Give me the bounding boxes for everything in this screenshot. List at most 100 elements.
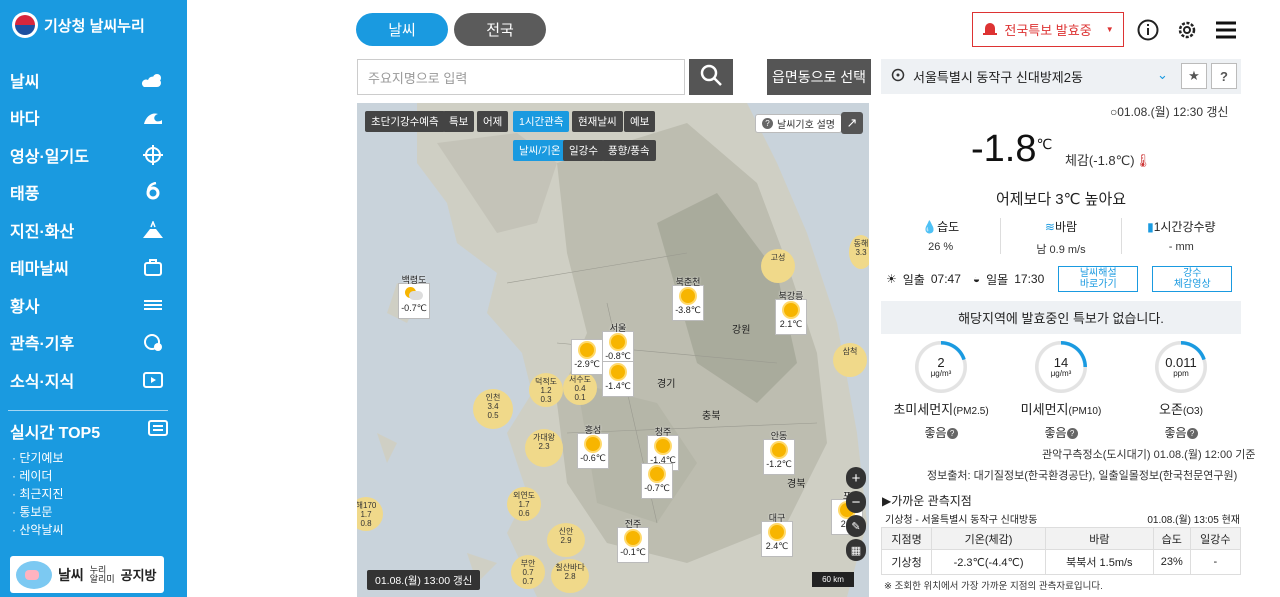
sun-icon — [611, 365, 625, 379]
sidebar-item-earthquake[interactable]: 지진·화산 — [0, 211, 187, 249]
region-label: 강원 — [732, 325, 751, 336]
sidebar-item-typhoon[interactable]: 태풍 — [0, 174, 187, 212]
search-input[interactable]: 주요지명으로 입력 — [357, 59, 685, 95]
info-icon[interactable] — [1136, 18, 1160, 42]
sea-marker[interactable]: 칠산바다 2.8 — [551, 559, 589, 593]
wind-icon: ≋ — [1044, 220, 1055, 234]
sea-marker[interactable]: 동해 3.3 — [849, 235, 869, 269]
site-title: 기상청 날씨누리 — [44, 17, 145, 35]
tab-nationwide[interactable]: 전국 — [454, 13, 546, 46]
map-btn-1h-obs[interactable]: 1시간관측 — [513, 111, 570, 132]
weather-explain-button[interactable]: 날씨해설 바로가기 — [1058, 266, 1139, 292]
city-weather-card[interactable]: -2.9℃ — [571, 339, 603, 375]
sea-marker[interactable]: 부안 0.7 0.7 — [511, 555, 545, 589]
logo[interactable]: 기상청 날씨누리 — [0, 0, 187, 50]
sun-icon — [784, 303, 798, 317]
top5-item[interactable]: · 산악날씨 — [8, 521, 168, 539]
tab-weather[interactable]: 날씨 — [356, 13, 448, 46]
nearby-note: ※ 조회한 위치에서 가장 가까운 지점의 관측자료입니다. — [884, 581, 1103, 592]
top5-item[interactable]: · 최근지진 — [8, 485, 168, 503]
air-ozone: 0.011 ppm 오존(O3) 좋음? — [1126, 341, 1236, 441]
sun-icon — [611, 335, 625, 349]
city-weather-card[interactable]: 홍성 -0.6℃ — [577, 425, 609, 469]
zoom-in-button[interactable]: + — [846, 467, 866, 489]
emd-select-button[interactable]: 읍면동으로 선택 — [767, 59, 871, 95]
sun-icon — [650, 467, 664, 481]
help-icon[interactable]: ? — [1066, 428, 1078, 440]
city-weather-card[interactable]: -1.4℃ — [602, 361, 634, 397]
sidebar-item-satellite[interactable]: 영상·일기도 — [0, 136, 187, 174]
sidebar-item-weather[interactable]: 날씨 — [0, 61, 187, 99]
map-btn-wind[interactable]: 풍향/풍속 — [602, 140, 656, 161]
typhoon-icon — [141, 182, 165, 202]
top5-item[interactable]: · 단기예보 — [8, 449, 168, 467]
sea-marker[interactable]: 고성 — [761, 249, 795, 283]
map-btn-nowcast[interactable]: 초단기강수예측 — [365, 111, 445, 132]
sea-marker[interactable]: 덕적도 1.2 0.3 — [529, 373, 563, 407]
rain-video-button[interactable]: 강수 체감영상 — [1152, 266, 1233, 292]
map-btn-rain[interactable]: 일강수 — [563, 140, 604, 161]
city-weather-card[interactable]: 백령도 -0.7℃ — [398, 275, 430, 319]
city-weather-card[interactable]: 안동 -1.2℃ — [763, 431, 795, 475]
sun-times: ☀ 일출 07:47 ◒ 일몰 17:30 날씨해설 바로가기 강수 체감영상 — [886, 266, 1233, 292]
warning-status: 해당지역에 발효중인 특보가 없습니다. — [881, 301, 1241, 334]
weather-map[interactable]: 초단기강수예측 특보 어제 1시간관측 현재날씨 예보 날씨/기온 일강수 풍향… — [357, 103, 869, 597]
city-weather-card[interactable]: 전주 -0.1℃ — [617, 519, 649, 563]
sea-marker[interactable]: 인천 3.4 0.5 — [473, 389, 513, 429]
top5-title: 실시간 TOP5 — [10, 425, 101, 442]
map-scale: 60 km — [812, 572, 854, 587]
view-tabs: 날씨 전국 — [356, 13, 546, 46]
list-icon[interactable] — [148, 419, 168, 443]
sunrise-icon: ☀ — [886, 272, 897, 286]
sidebar-item-observation[interactable]: 관측·기후 — [0, 324, 187, 362]
sea-marker[interactable]: 가대왕 2.3 — [525, 429, 563, 467]
help-icon[interactable]: ? — [946, 428, 958, 440]
mascot-icon — [16, 560, 52, 589]
sidebar-item-news[interactable]: 소식·지식 — [0, 361, 187, 399]
help-button[interactable]: ? — [1211, 63, 1237, 89]
notice-banner[interactable]: 날씨 누리 알리미 공지방 — [10, 556, 164, 593]
sea-marker[interactable]: 해170 1.7 0.8 — [357, 497, 383, 531]
feels-like: 체감(-1.8℃)🌡 — [1065, 153, 1152, 168]
stat-humidity: 💧습도 26 % — [881, 218, 1002, 254]
sea-marker[interactable]: 삼척 — [833, 343, 867, 377]
city-weather-card[interactable]: 대구 2.4℃ — [761, 513, 793, 557]
location-bar[interactable]: 서울특별시 동작구 신대방제2동 ⌄ ★ ? — [881, 59, 1241, 94]
sea-marker[interactable]: 신안 2.9 — [547, 523, 585, 557]
map-btn-temp[interactable]: 날씨/기온 — [513, 140, 567, 161]
legend-button[interactable]: ? 날씨기호 설명 — [755, 114, 842, 133]
favorite-star-icon[interactable]: ★ — [1181, 63, 1207, 89]
city-weather-card[interactable]: -0.7℃ — [641, 463, 673, 499]
stat-rain: ▮1시간강수량 - mm — [1147, 220, 1216, 253]
menu-icon[interactable] — [1214, 18, 1238, 42]
sun-icon — [770, 525, 784, 539]
sidebar-item-dust[interactable]: 황사 — [0, 286, 187, 324]
top5-item[interactable]: · 통보문 — [8, 503, 168, 521]
map-btn-warning[interactable]: 특보 — [443, 111, 475, 132]
zoom-out-button[interactable]: − — [846, 491, 866, 513]
search-button[interactable] — [689, 59, 733, 95]
city-weather-card[interactable]: 북춘천 -3.8℃ — [672, 277, 704, 321]
map-layer-icon[interactable]: ▦ — [846, 539, 866, 561]
map-btn-forecast[interactable]: 예보 — [624, 111, 656, 132]
external-link-icon[interactable]: ↗ — [841, 112, 863, 134]
city-weather-card[interactable]: 북강릉 2.1℃ — [775, 291, 807, 335]
national-warning-button[interactable]: 전국특보 발효중 ▼ — [972, 12, 1124, 47]
location-updated: ○01.08.(월) 12:30 갱신 — [1110, 105, 1229, 119]
sea-marker[interactable]: 외연도 1.7 0.6 — [507, 487, 541, 521]
video-icon — [141, 370, 165, 390]
chevron-down-icon[interactable]: ⌄ — [1157, 67, 1168, 83]
realtime-top5: 실시간 TOP5 · 단기예보 · 레이더 · 최근지진 · 통보문 · 산악날… — [8, 410, 168, 539]
settings-icon[interactable] — [1175, 18, 1199, 42]
cloud-sun-icon — [141, 70, 165, 90]
sea-marker[interactable]: 서수도 0.4 0.1 — [563, 371, 597, 405]
top5-item[interactable]: · 레이더 — [8, 467, 168, 485]
map-btn-yesterday[interactable]: 어제 — [477, 111, 509, 132]
map-btn-current[interactable]: 현재날씨 — [572, 111, 623, 132]
crosshair-icon — [141, 144, 165, 165]
sidebar-item-theme[interactable]: 테마날씨 — [0, 249, 187, 287]
current-stats: 💧습도 26 % ≋바람 남 0.9 m/s ▮1시간강수량 - mm — [881, 218, 1241, 256]
help-icon[interactable]: ? — [1186, 428, 1198, 440]
sidebar-item-sea[interactable]: 바다 — [0, 99, 187, 137]
ruler-icon[interactable]: ✎ — [846, 515, 866, 537]
